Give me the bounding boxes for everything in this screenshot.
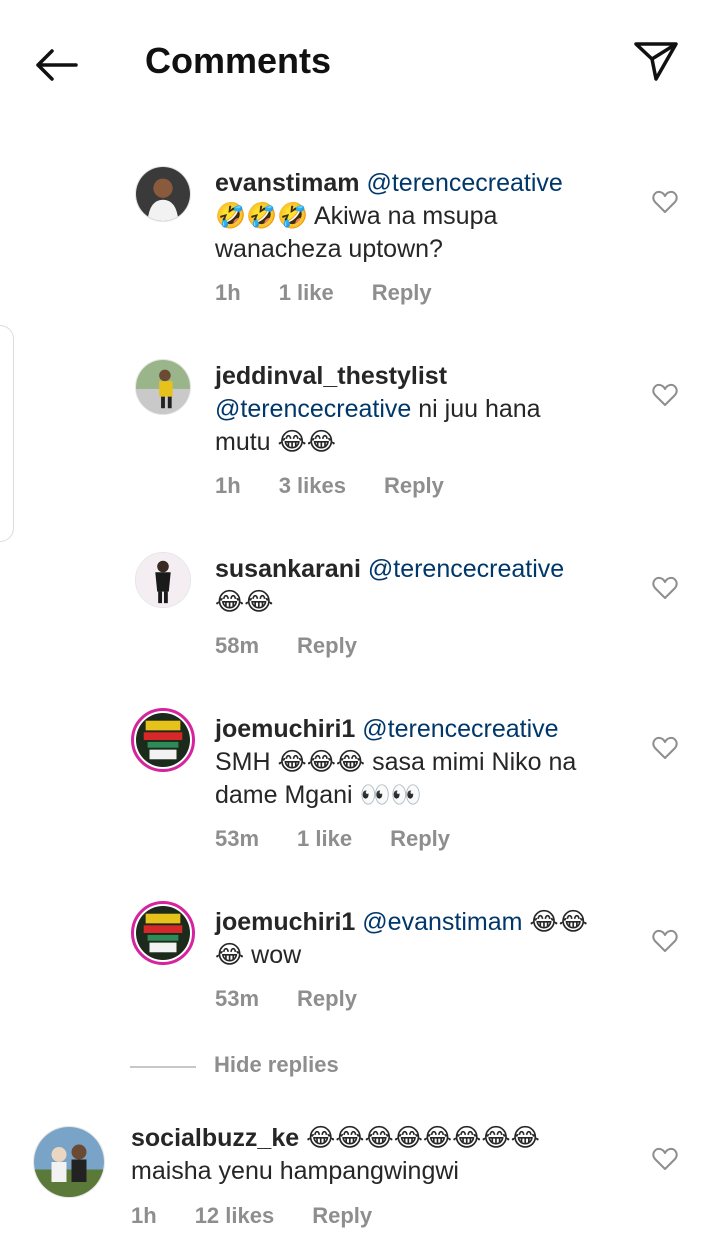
comment-text: ni juu hana — [411, 395, 541, 423]
comment-text: wanacheza uptown? — [215, 235, 443, 263]
like-button[interactable] — [652, 1147, 678, 1171]
comment-emoji: 😂😂 — [277, 428, 336, 456]
comment-meta: 1h 1 like Reply — [215, 280, 470, 306]
avatar[interactable] — [131, 901, 195, 965]
like-button[interactable] — [652, 383, 678, 407]
comment-mention[interactable]: @terencecreative — [368, 555, 564, 583]
comment-text: SMH — [215, 748, 278, 776]
heart-icon — [652, 929, 678, 952]
reply-button[interactable]: Reply — [384, 473, 444, 498]
comment-mention[interactable]: @terencecreative — [362, 715, 558, 743]
comment-text: maisha yenu hampangwingwi — [131, 1157, 459, 1185]
reply-button[interactable]: Reply — [390, 826, 450, 851]
comment-username[interactable]: socialbuzz_ke — [131, 1124, 299, 1152]
comment-body: socialbuzz_ke 😂😂😂😂😂😂😂😂 maisha yenu hampa… — [131, 1122, 540, 1188]
comment-meta: 53m Reply — [215, 986, 395, 1012]
comment-body: joemuchiri1 @terencecreative SMH 😂😂😂 sas… — [215, 713, 576, 812]
reply-button[interactable]: Reply — [312, 1203, 372, 1228]
comment-emoji: 😂😂😂😂😂😂😂😂 — [299, 1124, 540, 1152]
reply-button[interactable]: Reply — [372, 280, 432, 305]
avatar[interactable] — [135, 359, 191, 415]
comment-emoji: 😂😂😂 — [277, 748, 366, 776]
back-button[interactable] — [30, 42, 82, 88]
avatar[interactable] — [135, 552, 191, 608]
comment-text: Akiwa na msupa — [308, 202, 498, 230]
heart-icon — [652, 576, 678, 599]
like-button[interactable] — [652, 190, 678, 214]
comment-likes[interactable]: 1 like — [279, 280, 334, 305]
comment-mention[interactable]: @terencecreative — [215, 395, 411, 423]
avatar[interactable] — [131, 708, 195, 772]
comment-meta: 1h 12 likes Reply — [131, 1203, 410, 1229]
reply-button[interactable]: Reply — [297, 986, 357, 1011]
comment-username[interactable]: jeddinval_thestylist — [215, 362, 447, 390]
heart-icon — [652, 383, 678, 406]
heart-icon — [652, 1147, 678, 1170]
arrow-left-icon — [36, 49, 78, 81]
divider-line — [130, 1066, 196, 1068]
comment-likes[interactable]: 3 likes — [279, 473, 346, 498]
comment-emoji: 😂 — [215, 941, 245, 969]
comment-time: 58m — [215, 633, 260, 658]
comment-username[interactable]: joemuchiri1 — [215, 715, 355, 743]
comment-likes[interactable]: 1 like — [297, 826, 352, 851]
comment-emoji: 😂😂 — [522, 908, 588, 936]
paper-plane-icon — [634, 42, 678, 81]
comment-time: 1h — [215, 473, 241, 498]
comment-username[interactable]: evanstimam — [215, 169, 360, 197]
comment-emoji: 😂😂 — [215, 588, 274, 616]
comment-emoji: 👀👀 — [359, 781, 422, 809]
comment-username[interactable]: susankarani — [215, 555, 361, 583]
like-button[interactable] — [652, 576, 678, 600]
comment-text: sasa mimi Niko na — [365, 748, 577, 776]
avatar[interactable] — [33, 1126, 105, 1198]
page-title: Comments — [145, 40, 332, 81]
comment-text: wow — [244, 941, 302, 969]
comment-mention[interactable]: @evanstimam — [362, 908, 522, 936]
comment-mention[interactable]: @terencecreative — [366, 169, 562, 197]
heart-icon — [652, 190, 678, 213]
header-bar: Comments — [0, 0, 720, 130]
comment-time: 53m — [215, 826, 260, 851]
share-button[interactable] — [630, 38, 682, 84]
comment-time: 53m — [215, 986, 260, 1011]
like-button[interactable] — [652, 736, 678, 760]
comment-time: 1h — [215, 280, 241, 305]
comment-time: 1h — [131, 1203, 157, 1228]
comment-likes[interactable]: 12 likes — [195, 1203, 275, 1228]
comment-meta: 1h 3 likes Reply — [215, 473, 482, 499]
comment-emoji: 🤣🤣🤣 — [215, 202, 309, 230]
comment-body: susankarani @terencecreative 😂😂 — [215, 553, 564, 619]
like-button[interactable] — [652, 929, 678, 953]
comment-meta: 53m 1 like Reply — [215, 826, 488, 852]
comment-meta: 58m Reply — [215, 633, 395, 659]
heart-icon — [652, 736, 678, 759]
comment-body: joemuchiri1 @evanstimam 😂😂 😂 wow — [215, 906, 588, 972]
avatar[interactable] — [135, 166, 191, 222]
comment-text: mutu — [215, 428, 278, 456]
comment-text: dame Mgani — [215, 781, 360, 809]
comment-username[interactable]: joemuchiri1 — [215, 908, 355, 936]
comment-body: evanstimam @terencecreative 🤣🤣🤣 Akiwa na… — [215, 167, 563, 266]
reply-button[interactable]: Reply — [297, 633, 357, 658]
side-drawer-handle[interactable] — [0, 325, 14, 542]
hide-replies-label[interactable]: Hide replies — [214, 1052, 339, 1078]
comment-body: jeddinval_thestylist @terencecreative ni… — [215, 360, 541, 459]
